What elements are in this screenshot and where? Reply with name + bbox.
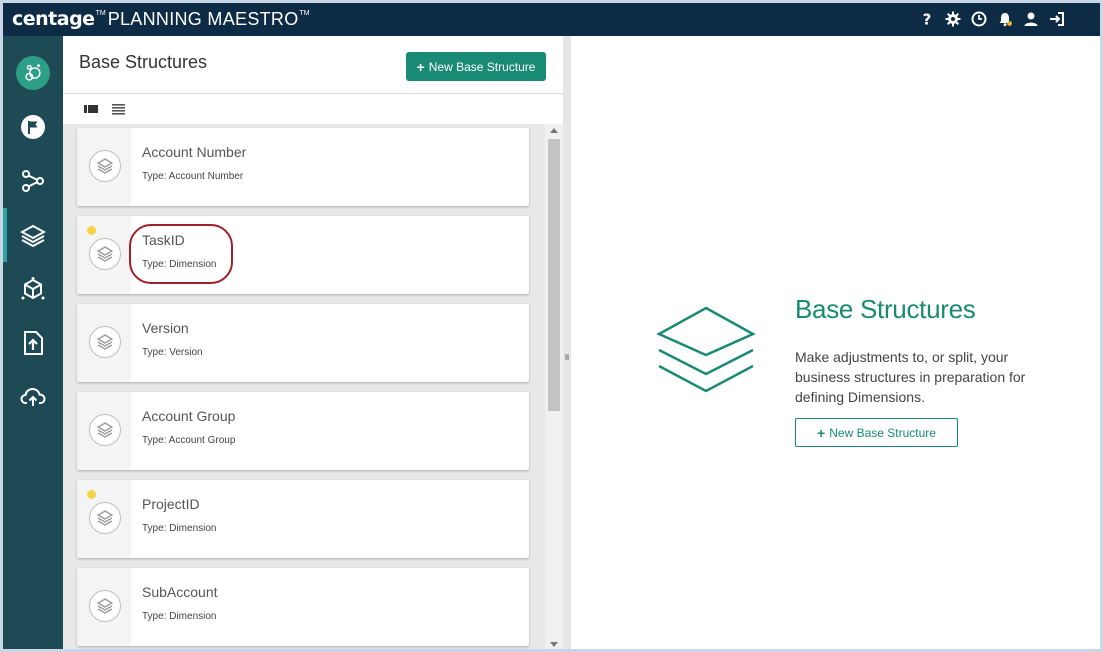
brand-logo[interactable]: centage TM PLANNING MAESTRO TM [12, 8, 312, 32]
page-title: Base Structures [79, 52, 208, 72]
top-icon-group: ? [918, 10, 1066, 28]
brand-trademark-2: TM [299, 10, 310, 17]
sidebar [3, 36, 63, 649]
sidebar-item-flags[interactable] [3, 100, 63, 154]
view-toggle-bar [63, 95, 563, 123]
app-window: centage TM PLANNING MAESTRO TM ? Base St… [0, 0, 1103, 652]
structure-name: SubAccount [142, 584, 218, 600]
panel-splitter[interactable] [563, 36, 571, 649]
base-structures-list-panel: Base Structures + New Base Structure Acc… [63, 36, 563, 649]
new-base-structure-button[interactable]: + New Base Structure [406, 52, 546, 81]
plus-icon: + [416, 58, 425, 75]
layers-icon [89, 590, 121, 622]
structure-list: Account Number Type: Account Number Task… [63, 124, 563, 649]
card-view-icon[interactable] [83, 102, 99, 116]
structure-card[interactable]: TaskID Type: Dimension [77, 216, 529, 294]
structure-name: Account Number [142, 144, 247, 160]
cube-icon [21, 277, 45, 300]
logo-icon [16, 56, 50, 90]
new-base-structure-outline-button[interactable]: + New Base Structure [795, 418, 958, 447]
bell-icon[interactable] [996, 10, 1014, 28]
flag-icon [21, 115, 45, 139]
status-dot [87, 490, 96, 499]
list-scrollbar[interactable] [545, 124, 563, 649]
new-base-structure-outline-label: New Base Structure [829, 425, 936, 440]
structure-card[interactable]: SubAccount Type: Dimension [77, 568, 529, 646]
splitter-grip[interactable] [565, 354, 569, 360]
upload-file-icon [24, 331, 43, 355]
sidebar-item-cloud[interactable] [3, 370, 63, 424]
structure-type: Type: Dimension [142, 611, 217, 622]
network-icon [22, 170, 44, 192]
layers-icon [89, 326, 121, 358]
structure-type: Type: Account Number [142, 171, 244, 182]
clock-icon[interactable] [970, 10, 988, 28]
top-bar: centage TM PLANNING MAESTRO TM ? [3, 3, 1100, 36]
sidebar-item-upload[interactable] [3, 316, 63, 370]
sidebar-item-network[interactable] [3, 154, 63, 208]
layers-icon [89, 414, 121, 446]
user-icon[interactable] [1022, 10, 1040, 28]
structure-type: Type: Dimension [142, 523, 217, 534]
brand-trademark: TM [95, 10, 106, 17]
structure-card[interactable]: Account Number Type: Account Number [77, 128, 529, 206]
structure-name: Version [142, 320, 189, 336]
layers-icon [20, 224, 46, 248]
new-base-structure-label: New Base Structure [428, 59, 536, 74]
logout-icon[interactable] [1048, 10, 1066, 28]
status-dot [87, 226, 96, 235]
sidebar-item-home[interactable] [3, 46, 63, 100]
detail-description: Make adjustments to, or split, your busi… [795, 349, 1026, 405]
cloud-upload-icon [20, 387, 46, 406]
brand-product: PLANNING MAESTRO [107, 9, 299, 29]
highlight-annotation [129, 224, 233, 284]
structure-name: ProjectID [142, 496, 200, 512]
structure-card[interactable]: Account Group Type: Account Group [77, 392, 529, 470]
structure-type: Type: Version [142, 347, 203, 358]
plus-icon: + [817, 424, 826, 441]
scroll-up-icon[interactable] [550, 128, 558, 133]
detail-panel: Base Structures Make adjustments to, or … [571, 36, 1100, 649]
layers-icon [89, 238, 121, 270]
svg-text:?: ? [923, 11, 932, 27]
layers-icon [89, 502, 121, 534]
scroll-down-icon[interactable] [550, 642, 558, 647]
scroll-thumb[interactable] [548, 139, 560, 411]
list-header: Base Structures + New Base Structure [63, 36, 563, 94]
structure-card[interactable]: Version Type: Version [77, 304, 529, 382]
detail-title: Base Structures [795, 294, 976, 324]
structure-card[interactable]: ProjectID Type: Dimension [77, 480, 529, 558]
gear-icon[interactable] [944, 10, 962, 28]
help-icon[interactable]: ? [918, 10, 936, 28]
layers-icon [89, 150, 121, 182]
layers-icon [656, 306, 756, 393]
sidebar-item-base-structures[interactable] [3, 208, 63, 262]
structure-type: Type: Account Group [142, 435, 236, 446]
list-view-icon[interactable] [111, 102, 127, 116]
structure-name: Account Group [142, 408, 236, 424]
sidebar-item-models[interactable] [3, 262, 63, 316]
brand-main: centage [12, 8, 95, 30]
